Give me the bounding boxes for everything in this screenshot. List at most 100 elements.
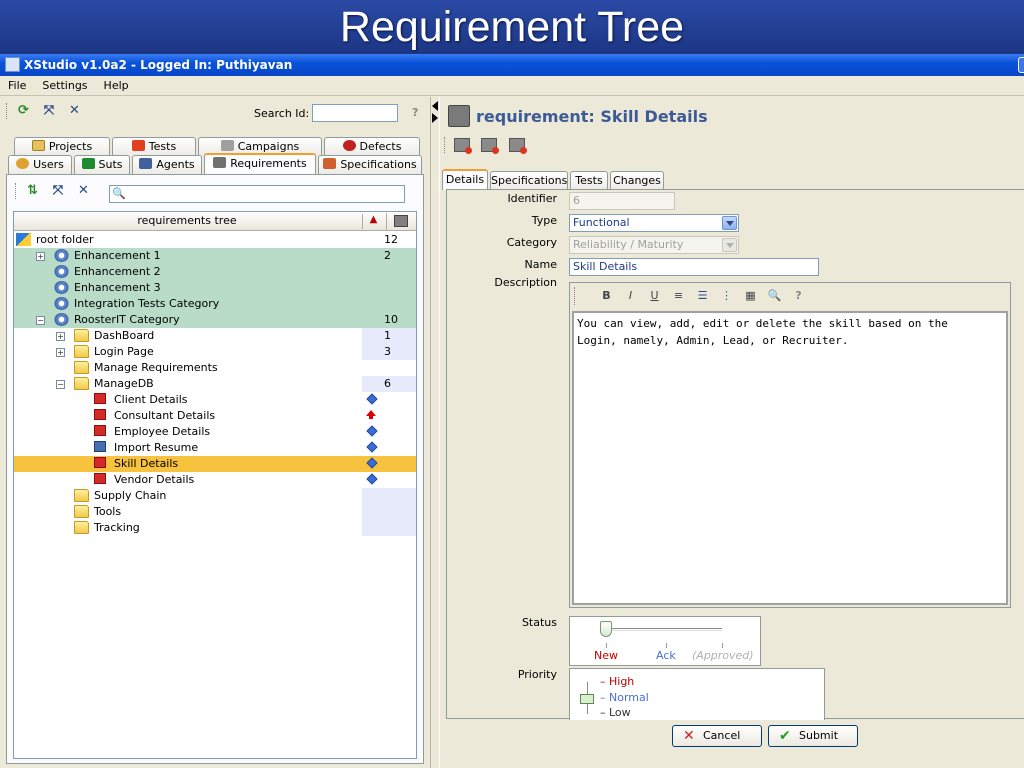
requirement-column-icon[interactable] <box>386 213 414 230</box>
find-icon[interactable]: 🔍 <box>766 287 784 305</box>
bullet-list-icon[interactable]: ☰ <box>694 287 712 305</box>
tree-collapse-icon[interactable]: ✕ <box>76 183 92 199</box>
copy-requirement-icon[interactable] <box>481 138 499 154</box>
tab-suts[interactable]: Suts <box>74 155 130 174</box>
tree-row[interactable]: Manage Requirements <box>14 360 416 376</box>
status-new[interactable]: New <box>594 649 618 662</box>
window-control-button[interactable] <box>1018 57 1024 73</box>
bold-icon[interactable]: B <box>598 287 616 305</box>
editor-help-icon[interactable]: ? <box>790 287 808 305</box>
tab-specifications[interactable]: Specifications <box>318 155 422 174</box>
help-icon[interactable]: ? <box>412 106 418 119</box>
collapse-right-arrow[interactable] <box>432 113 438 123</box>
submit-button[interactable]: ✔ Submit <box>768 725 858 747</box>
tree-toolbar: ⇅ ⤧ ✕ 🔍 <box>15 183 415 205</box>
priority-low[interactable]: – Low <box>600 706 631 719</box>
collapse-all-icon[interactable]: ✕ <box>67 103 83 119</box>
tree-row[interactable]: Vendor Details <box>14 472 416 488</box>
tree-row[interactable]: + DashBoard 1 <box>14 328 416 344</box>
tree-expander-icon[interactable]: − <box>36 316 45 325</box>
tree-expand-icon[interactable]: ⤧ <box>50 183 66 199</box>
tree-row[interactable]: Import Resume <box>14 440 416 456</box>
tree-row[interactable]: Supply Chain <box>14 488 416 504</box>
priority-normal[interactable]: – Normal <box>600 691 649 704</box>
category-dropdown-arrow <box>722 238 737 252</box>
tree-row[interactable]: Tools <box>14 504 416 520</box>
underline-icon[interactable]: U <box>646 287 664 305</box>
tree-row-count: 2 <box>384 249 391 262</box>
tab-users[interactable]: Users <box>8 155 72 174</box>
tab-details[interactable]: Details <box>442 169 488 190</box>
cancel-button[interactable]: ✕ Cancel <box>672 725 762 747</box>
status-label: Status <box>521 616 557 629</box>
tab-requirements[interactable]: Requirements <box>204 153 316 174</box>
tree-row[interactable]: − RoosterIT Category 10 <box>14 312 416 328</box>
tree-row[interactable]: Tracking <box>14 520 416 536</box>
category-gear-icon <box>54 297 69 310</box>
tab-projects[interactable]: Projects <box>14 137 110 156</box>
tree-row[interactable]: root folder 12 <box>14 232 416 248</box>
status-track <box>606 628 722 631</box>
italic-icon[interactable]: I <box>622 287 640 305</box>
category-gear-icon <box>54 249 69 262</box>
tree-row-label: ManageDB <box>94 377 154 390</box>
pane-splitter[interactable] <box>430 97 440 768</box>
tree-row-label: DashBoard <box>94 329 155 342</box>
tree-expander-icon[interactable]: − <box>56 380 65 389</box>
type-dropdown-arrow[interactable] <box>722 216 737 230</box>
tree-filter-input[interactable]: 🔍 <box>109 185 405 203</box>
table-icon[interactable]: ▦ <box>742 287 760 305</box>
tab-req-tests[interactable]: Tests <box>570 171 608 190</box>
expand-all-icon[interactable]: ⤧ <box>41 103 57 119</box>
tree-row[interactable]: + Login Page 3 <box>14 344 416 360</box>
status-ack[interactable]: Ack <box>656 649 676 662</box>
tree-expander-icon[interactable]: + <box>56 348 65 357</box>
tab-req-specifications[interactable]: Specifications <box>490 171 568 190</box>
tree-row[interactable]: Enhancement 2 <box>14 264 416 280</box>
tree-row[interactable]: Client Details <box>14 392 416 408</box>
menu-help[interactable]: Help <box>96 76 137 96</box>
tree-row-label: Login Page <box>94 345 154 358</box>
tab-changes[interactable]: Changes <box>610 171 664 190</box>
tab-defects[interactable]: Defects <box>324 137 420 156</box>
tree-row[interactable]: Skill Details <box>14 456 416 472</box>
numbered-list-icon[interactable]: ⋮ <box>718 287 736 305</box>
collapse-left-arrow[interactable] <box>432 101 438 111</box>
menu-settings[interactable]: Settings <box>34 76 95 96</box>
refresh-icon[interactable]: ⟳ <box>16 103 32 119</box>
move-requirement-icon[interactable] <box>508 138 527 154</box>
type-select[interactable]: Functional <box>569 214 739 232</box>
count-cell-bg <box>362 488 416 504</box>
status-slider-thumb[interactable] <box>600 621 612 637</box>
priority-indicator[interactable] <box>580 694 594 704</box>
menu-file[interactable]: File <box>0 76 34 96</box>
tab-tests[interactable]: Tests <box>112 137 196 156</box>
tree-expander-icon[interactable]: + <box>36 252 45 261</box>
tree-row[interactable]: Employee Details <box>14 424 416 440</box>
tree-refresh-icon[interactable]: ⇅ <box>25 183 41 199</box>
app-window: XStudio v1.0a2 - Logged In: Puthiyavan F… <box>0 54 1024 768</box>
priority-column-icon[interactable]: ▲ <box>362 214 384 229</box>
tree-row[interactable]: Consultant Details <box>14 408 416 424</box>
priority-high[interactable]: – High <box>600 675 634 688</box>
description-textarea[interactable]: You can view, add, edit or delete the sk… <box>572 311 1008 605</box>
priority-selector[interactable]: – High – Normal – Low <box>569 668 825 720</box>
name-input[interactable]: Skill Details <box>569 258 819 276</box>
document-icon[interactable]: ≡ <box>670 287 688 305</box>
tab-agents[interactable]: Agents <box>132 155 202 174</box>
tree-row[interactable]: + Enhancement 1 2 <box>14 248 416 264</box>
left-pane: ⟳ ⤧ ✕ Search Id: ? Projects Tests Campai… <box>0 97 430 768</box>
window-titlebar[interactable]: XStudio v1.0a2 - Logged In: Puthiyavan <box>0 54 1024 76</box>
tree-row-label: Integration Tests Category <box>74 297 220 310</box>
suts-icon <box>81 158 95 169</box>
tree-row-label: Skill Details <box>114 457 179 470</box>
submit-icon: ✔ <box>779 728 791 744</box>
search-id-input[interactable] <box>312 104 398 122</box>
tree-row[interactable]: Integration Tests Category <box>14 296 416 312</box>
count-cell-bg <box>362 520 416 536</box>
delete-requirement-icon[interactable] <box>453 138 472 154</box>
tree-row[interactable]: Enhancement 3 <box>14 280 416 296</box>
tree-expander-icon[interactable]: + <box>56 332 65 341</box>
tree-row[interactable]: − ManageDB 6 <box>14 376 416 392</box>
status-slider[interactable]: New Ack (Approved) <box>569 616 761 666</box>
